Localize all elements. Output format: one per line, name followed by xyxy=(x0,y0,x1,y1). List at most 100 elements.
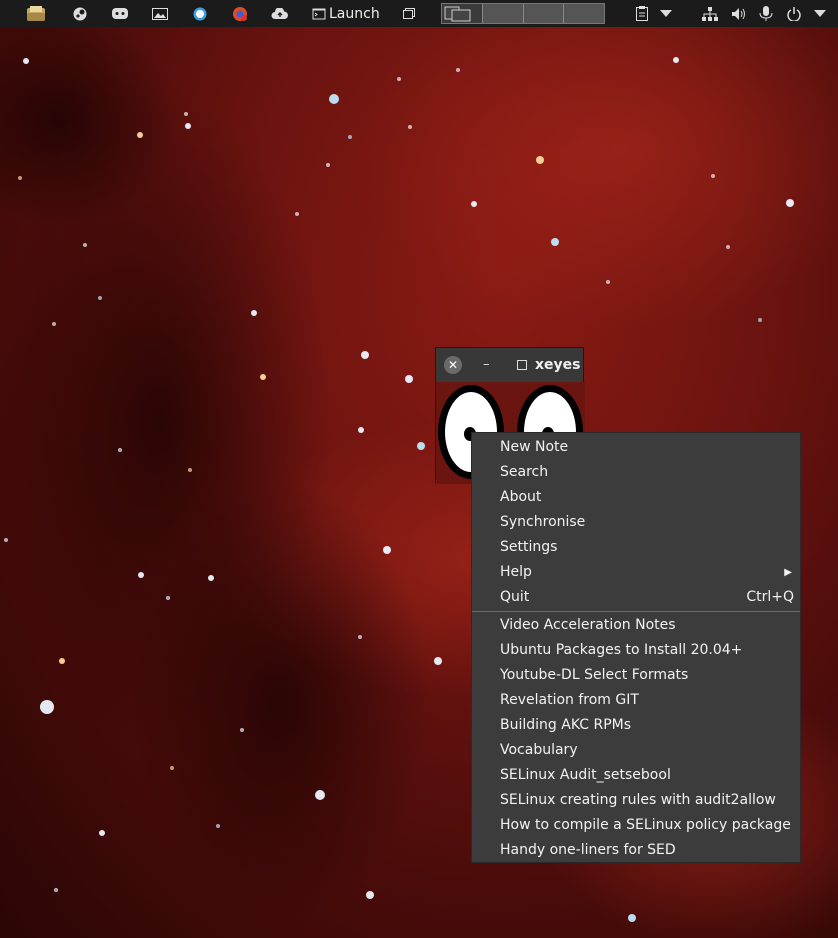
star xyxy=(358,635,362,639)
star xyxy=(329,94,339,104)
star xyxy=(23,58,29,64)
star xyxy=(40,700,54,714)
quit-shortcut: Ctrl+Q xyxy=(746,589,794,605)
menu-item-quit[interactable]: Quit Ctrl+Q xyxy=(472,585,800,610)
terminal-icon xyxy=(312,8,326,19)
menu-item-label: New Note xyxy=(500,439,569,455)
note-title: SELinux creating rules with audit2allow xyxy=(500,792,776,808)
star xyxy=(52,322,56,326)
note-title: Building AKC RPMs xyxy=(500,717,632,733)
star xyxy=(606,280,610,284)
note-title: How to compile a SELinux policy package xyxy=(500,817,791,833)
star xyxy=(138,572,144,578)
menu-item-note[interactable]: Vocabulary xyxy=(472,738,800,763)
menu-item-note[interactable]: Handy one-liners for SED xyxy=(472,838,800,863)
star xyxy=(188,468,192,472)
discord-icon[interactable] xyxy=(110,0,130,27)
top-panel: Launch xyxy=(0,0,838,27)
note-title: Vocabulary xyxy=(500,742,578,758)
star xyxy=(98,296,102,300)
star xyxy=(118,448,122,452)
star xyxy=(786,199,794,207)
menu-item-note[interactable]: Video Acceleration Notes xyxy=(472,613,800,638)
note-title: Video Acceleration Notes xyxy=(500,617,676,633)
star xyxy=(383,546,391,554)
power-icon[interactable] xyxy=(784,0,804,27)
star xyxy=(536,156,544,164)
menu-item-note[interactable]: Revelation from GIT xyxy=(472,688,800,713)
star xyxy=(216,824,220,828)
chevron-down-icon[interactable] xyxy=(810,0,830,27)
star xyxy=(240,728,244,732)
screenshot-icon[interactable] xyxy=(150,0,170,27)
menu-item-label: About xyxy=(500,489,542,505)
menu-item-search[interactable]: Search xyxy=(472,460,800,485)
workspace-1[interactable] xyxy=(442,4,483,23)
star xyxy=(170,766,174,770)
submenu-arrow-icon: ▶ xyxy=(784,567,792,578)
menu-item-label: Search xyxy=(500,464,549,480)
star xyxy=(99,830,105,836)
workspace-2[interactable] xyxy=(482,4,524,23)
menu-item-note[interactable]: SELinux creating rules with audit2allow xyxy=(472,788,800,813)
star xyxy=(54,888,58,892)
menu-item-note[interactable]: Building AKC RPMs xyxy=(472,713,800,738)
file-manager-icon[interactable] xyxy=(22,0,50,27)
cloud-upload-icon[interactable] xyxy=(270,0,290,27)
menu-item-synchronise[interactable]: Synchronise xyxy=(472,510,800,535)
star xyxy=(434,657,442,665)
star xyxy=(59,658,65,664)
star xyxy=(361,351,369,359)
star xyxy=(758,318,762,322)
browser-icon[interactable] xyxy=(230,0,250,27)
close-button[interactable]: ✕ xyxy=(444,356,462,374)
menu-item-label: Help xyxy=(500,564,532,580)
star xyxy=(208,575,214,581)
chat-icon[interactable] xyxy=(190,0,210,27)
microphone-icon[interactable] xyxy=(756,0,776,27)
star xyxy=(185,123,191,129)
star xyxy=(4,538,8,542)
menu-item-label: Synchronise xyxy=(500,514,586,530)
menu-item-note[interactable]: How to compile a SELinux policy package xyxy=(472,813,800,838)
volume-icon[interactable] xyxy=(729,0,749,27)
star xyxy=(726,245,730,249)
star xyxy=(673,57,679,63)
minimize-button[interactable]: – xyxy=(483,357,490,372)
chevron-down-icon[interactable] xyxy=(656,0,676,27)
launch-button[interactable]: Launch xyxy=(312,0,382,27)
star xyxy=(295,212,299,216)
menu-item-about[interactable]: About xyxy=(472,485,800,510)
star xyxy=(397,77,401,81)
workspace-4[interactable] xyxy=(564,4,604,23)
star xyxy=(326,163,330,167)
notes-list: Video Acceleration Notes Ubuntu Packages … xyxy=(472,613,800,863)
maximize-button[interactable] xyxy=(517,360,527,370)
workspace-3[interactable] xyxy=(523,4,565,23)
star xyxy=(366,891,374,899)
window-titlebar[interactable]: ✕ – xeyes xyxy=(436,348,583,382)
menu-item-note[interactable]: Ubuntu Packages to Install 20.04+ xyxy=(472,638,800,663)
star xyxy=(18,176,22,180)
menu-item-settings[interactable]: Settings xyxy=(472,535,800,560)
star xyxy=(315,790,325,800)
star xyxy=(551,238,559,246)
star xyxy=(405,375,413,383)
workspace-switcher[interactable] xyxy=(441,3,605,24)
launch-label: Launch xyxy=(329,5,380,22)
menu-item-new-note[interactable]: New Note xyxy=(472,435,800,460)
menu-item-note[interactable]: SELinux Audit_setsebool xyxy=(472,763,800,788)
window-title: xeyes xyxy=(535,357,581,373)
menu-item-label: Quit xyxy=(500,589,530,605)
star xyxy=(417,442,425,450)
note-title: SELinux Audit_setsebool xyxy=(500,767,671,783)
clipboard-icon[interactable] xyxy=(632,0,652,27)
star xyxy=(83,243,87,247)
steam-icon[interactable] xyxy=(70,0,90,27)
star xyxy=(184,112,188,116)
context-menu: New Note Search About Synchronise Settin… xyxy=(471,432,801,863)
window-icon[interactable] xyxy=(400,0,418,27)
menu-item-help[interactable]: Help ▶ xyxy=(472,560,800,585)
menu-item-note[interactable]: Youtube-DL Select Formats xyxy=(472,663,800,688)
network-icon[interactable] xyxy=(700,0,720,27)
